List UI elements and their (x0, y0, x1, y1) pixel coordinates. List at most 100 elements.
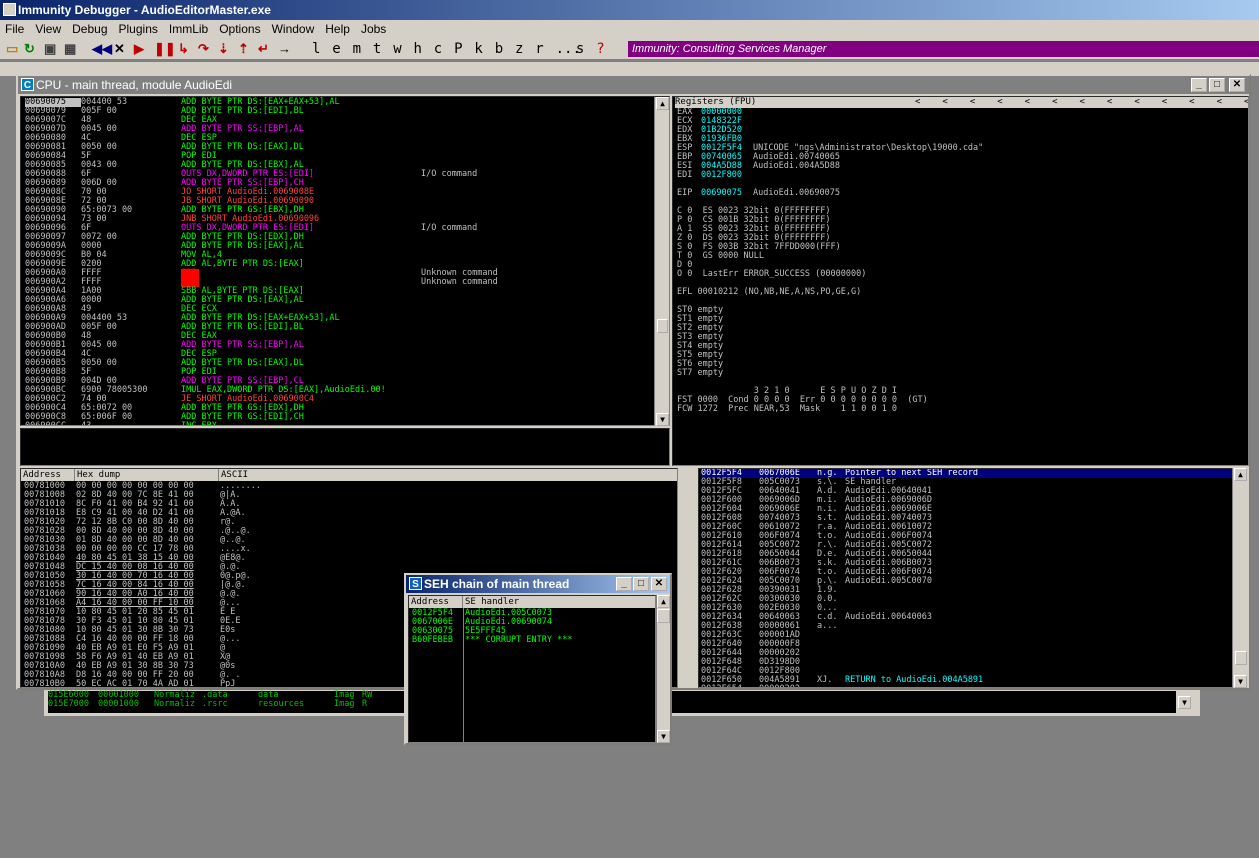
menu-window[interactable]: Window (267, 20, 321, 36)
seh-scroll-thumb[interactable] (657, 609, 670, 623)
menu-immlib[interactable]: ImmLib (164, 20, 214, 36)
stack-scroll-down-icon[interactable]: ▼ (1234, 675, 1247, 688)
seh-scroll-up-icon[interactable]: ▲ (657, 595, 670, 608)
disasm-row[interactable]: 006900B1 0045 00 ADD BYTE PTR SS:[EBP],AL (25, 341, 669, 350)
disasm-row[interactable]: 0069007C 48 DEC EAX (25, 116, 669, 125)
register-row[interactable]: ECX 0148322F (677, 117, 1248, 126)
toolbar-letter-button[interactable]: s (576, 41, 584, 57)
flag-row[interactable]: O 0 LastErr ERROR_SUCCESS (00000000) (677, 270, 1248, 279)
disasm-row[interactable]: 006900A0 FFFF??? Unknown command (25, 269, 669, 278)
step-over-icon[interactable]: ↷ (198, 41, 209, 57)
toolbar-letter-button[interactable]: ? (596, 41, 604, 57)
stop-icon[interactable]: ✕ (114, 41, 125, 57)
disasm-row[interactable]: 00690094 73 00 JNB SHORT AudioEdi.00690096 (25, 215, 669, 224)
disasm-scrollbar[interactable]: ▲ ▼ (654, 97, 669, 426)
scroll-up-icon[interactable]: ▲ (656, 97, 669, 110)
disasm-row[interactable]: 006900A2 FFFF??? Unknown command (25, 278, 669, 287)
disasm-row[interactable]: 0069008C 70 00 JO SHORT AudioEdi.0069008E (25, 188, 669, 197)
seh-list[interactable]: Address SE handler 0012F5F4 AudioEdi.005C… (408, 595, 656, 743)
toolbar-letter-button[interactable]: m (353, 41, 361, 57)
stack-pane[interactable]: 0012F5F4 0067006E n.g. Pointer to next SEH … (698, 468, 1233, 688)
dump-row[interactable]: 007810B0 50 EC AC 01 70 4A AD 01 PpJ (24, 680, 261, 688)
disasm-row[interactable]: 00690084 5F POP EDI (25, 152, 669, 161)
disassembly-pane[interactable]: 00690075 004400 53 ADD BYTE PTR DS:[EAX+EA… (20, 96, 670, 426)
scroll-thumb[interactable] (657, 319, 668, 333)
seh-minimize-button[interactable]: _ (616, 577, 632, 591)
seh-close-button[interactable]: ✕ (651, 577, 667, 591)
register-value[interactable]: 00690075 (701, 189, 753, 198)
seh-scroll-down-icon[interactable]: ▼ (657, 730, 670, 743)
seh-scrollbar[interactable]: ▲ ▼ (656, 595, 670, 743)
toolbar-letter-button[interactable]: w (393, 41, 401, 57)
trace-into-icon[interactable]: ⇣ (218, 41, 229, 57)
disasm-row[interactable]: 006900A9 004400 53 ADD BYTE PTR DS:[EAX+EA… (25, 314, 669, 323)
disasm-row[interactable]: 006900CC 43 INC EBX (25, 422, 669, 426)
close-button[interactable]: ✕ (1229, 78, 1245, 92)
open-icon[interactable]: ▭ (6, 41, 18, 57)
efl-row[interactable]: EFL 00010212 (NO,NB,NE,A,NS,PO,GE,G) (677, 288, 1248, 297)
stack-scrollbar[interactable]: ▲ ▼ (1232, 468, 1249, 688)
pause-icon[interactable]: ❚❚ (154, 41, 176, 57)
menu-debug[interactable]: Debug (67, 20, 113, 36)
menu-options[interactable]: Options (214, 20, 266, 36)
seh-row[interactable]: B60FEBEB *** CORRUPT ENTRY *** (412, 636, 572, 645)
register-row[interactable]: ESI 004A5D88 AudioEdi.004A5D88 (677, 162, 1248, 171)
goto-icon[interactable]: → (278, 41, 291, 57)
minimize-button[interactable]: _ (1191, 78, 1207, 92)
toolbar-letter-button[interactable]: e (332, 41, 340, 57)
menu-view[interactable]: View (30, 20, 67, 36)
dump-header-ascii[interactable]: ASCII (219, 469, 677, 481)
disasm-row[interactable]: 006900B0 48 DEC EAX (25, 332, 669, 341)
disasm-row[interactable]: 006900B8 5F POP EDI (25, 368, 669, 377)
disasm-row[interactable]: 00690080 4C DEC ESP (25, 134, 669, 143)
menu-jobs[interactable]: Jobs (356, 20, 392, 36)
disasm-row[interactable]: 00690088 6F OUTS DX,DWORD PTR ES:[EDI] I/O … (25, 170, 669, 179)
disasm-row[interactable]: 00690097 0072 00 ADD BYTE PTR DS:[EDX],DH (25, 233, 669, 242)
disasm-row[interactable]: 0069009C B0 04 MOV AL,4 (25, 251, 669, 260)
disasm-row[interactable]: 00690089 006D 00 ADD BYTE PTR SS:[EBP],CH (25, 179, 669, 188)
disasm-row[interactable]: 00690079 005F 00 ADD BYTE PTR DS:[EDI],BL (25, 107, 669, 116)
disasm-row[interactable]: 006900A6 0000 ADD BYTE PTR DS:[EAX],AL (25, 296, 669, 305)
disasm-row[interactable]: 00690090 65:0073 00 ADD BYTE PTR GS:[EBX],… (25, 206, 669, 215)
toolbar-letter-button[interactable]: b (495, 41, 503, 57)
seh-maximize-button[interactable]: □ (633, 577, 649, 591)
stack-scroll-up-icon[interactable]: ▲ (1234, 468, 1247, 481)
register-value[interactable]: 0012F800 (701, 171, 753, 180)
disasm-row[interactable]: 0069009E 0200 ADD AL,BYTE PTR DS:[EAX] (25, 260, 669, 269)
toolbar-letter-button[interactable]: k (474, 41, 482, 57)
disasm-row[interactable]: 006900BC 6900 78005300 IMUL EAX,DWORD PTR … (25, 386, 669, 395)
stack-row[interactable]: 0012F65400000202 (701, 685, 1232, 688)
rewind-icon[interactable]: ◀◀ (92, 41, 112, 57)
toolbar-letter-button[interactable]: l (312, 41, 320, 57)
attach-icon[interactable]: ▦ (64, 41, 76, 57)
toolbar-letter-button[interactable]: r (535, 41, 543, 57)
disasm-row[interactable]: 006900AD 005F 00 ADD BYTE PTR DS:[EDI],BL (25, 323, 669, 332)
disasm-row[interactable]: 006900B4 4C DEC ESP (25, 350, 669, 359)
seh-header-address[interactable]: Address (409, 596, 463, 608)
disasm-row[interactable]: 0069007D 0045 00 ADD BYTE PTR SS:[EBP],AL (25, 125, 669, 134)
memmap-scroll-down-icon[interactable]: ▼ (1178, 696, 1191, 709)
disasm-row[interactable]: 00690096 6F OUTS DX,DWORD PTR ES:[EDI] I/O … (25, 224, 669, 233)
dump-header-address[interactable]: Address (21, 469, 75, 481)
scroll-down-icon[interactable]: ▼ (656, 413, 669, 426)
toolbar-letter-button[interactable]: h (414, 41, 422, 57)
toolbar-letter-button[interactable]: t (373, 41, 381, 57)
register-row[interactable]: EAX 00000000 (677, 108, 1248, 117)
registers-pane[interactable]: Registers (FPU)<<<<<<<<<<<<<< EAX0000000… (672, 96, 1249, 466)
disasm-row[interactable]: 0069009A 0000 ADD BYTE PTR DS:[EAX],AL (25, 242, 669, 251)
run-icon[interactable]: ▶ (134, 41, 144, 57)
disasm-row[interactable]: 00690085 0043 00 ADD BYTE PTR DS:[EBX],AL (25, 161, 669, 170)
toolbar-letter-button[interactable]: P (454, 41, 462, 57)
flag-row[interactable]: T 0 GS 0000 NULL (677, 252, 1248, 261)
disasm-row[interactable]: 00690075 004400 53 ADD BYTE PTR DS:[EAX+EA… (25, 98, 669, 107)
services-banner[interactable]: Immunity: Consulting Services Manager (628, 41, 1259, 57)
restart-icon[interactable]: ↻ (24, 41, 35, 57)
disasm-row[interactable]: 006900C8 65:006F 00 ADD BYTE PTR GS:[EDI],… (25, 413, 669, 422)
register-row[interactable]: EDX 01B2D520 (677, 126, 1248, 135)
disasm-row[interactable]: 006900A4 1A00 SBB AL,BYTE PTR DS:[EAX] (25, 287, 669, 296)
menu-plugins[interactable]: Plugins (114, 20, 164, 36)
disasm-row[interactable]: 00690081 0050 00 ADD BYTE PTR DS:[EAX],DL (25, 143, 669, 152)
maximize-button[interactable]: □ (1209, 78, 1225, 92)
trace-over-icon[interactable]: ⇡ (238, 41, 249, 57)
menu-help[interactable]: Help (320, 20, 356, 36)
